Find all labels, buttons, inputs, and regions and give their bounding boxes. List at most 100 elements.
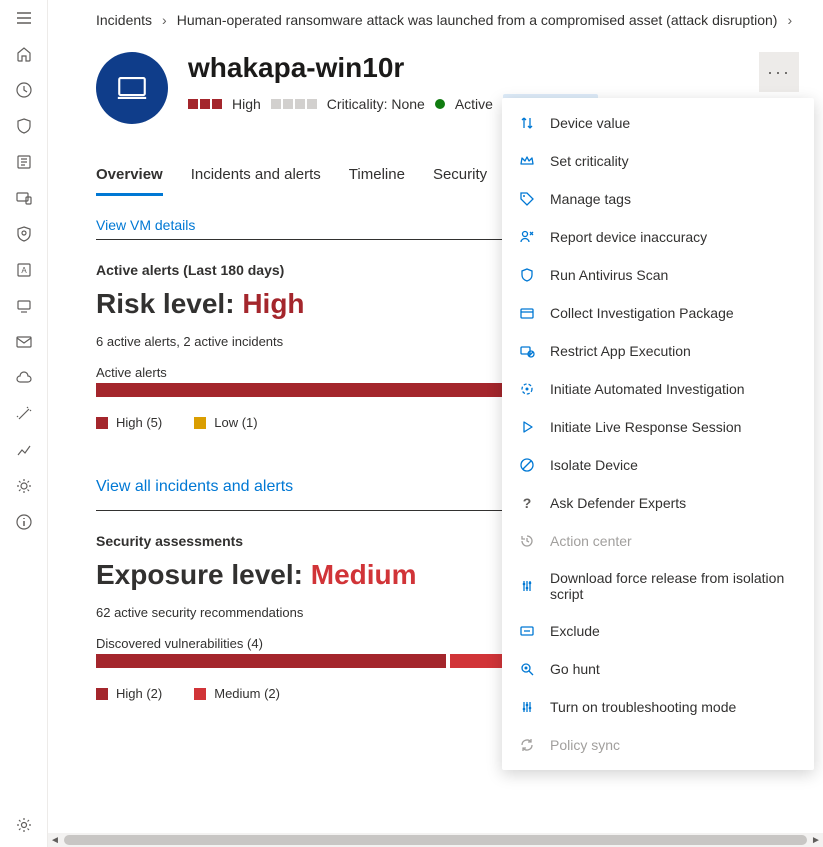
menu-item-ask-defender-experts[interactable]: ? Ask Defender Experts <box>502 484 814 522</box>
menu-item-action-center: Action center <box>502 522 814 560</box>
scroll-right-button[interactable]: ► <box>809 833 823 847</box>
menu-item-isolate-device[interactable]: Isolate Device <box>502 446 814 484</box>
devices-icon[interactable] <box>14 188 34 208</box>
menu-item-download-force-release-from-isolation-script[interactable]: Download force release from isolation sc… <box>502 560 814 612</box>
menu-item-label: Policy sync <box>550 737 620 753</box>
left-nav-rail: A <box>0 0 48 847</box>
menu-item-label: Set criticality <box>550 153 629 169</box>
actions-dropdown: Device value Set criticality Manage tags Re… <box>502 98 814 770</box>
menu-item-turn-on-troubleshooting-mode[interactable]: Turn on troubleshooting mode <box>502 688 814 726</box>
menu-item-label: Device value <box>550 115 630 131</box>
mail-icon[interactable] <box>14 332 34 352</box>
menu-item-label: Collect Investigation Package <box>550 305 734 321</box>
criticality-label: Criticality: None <box>327 96 425 112</box>
horizontal-scrollbar[interactable]: ◄ ► <box>48 833 823 847</box>
legend-high: High (5) <box>96 415 162 430</box>
menu-item-collect-investigation-package[interactable]: Collect Investigation Package <box>502 294 814 332</box>
shield-icon <box>518 266 536 284</box>
legend-vuln-med: Medium (2) <box>194 686 280 701</box>
menu-item-run-antivirus-scan[interactable]: Run Antivirus Scan <box>502 256 814 294</box>
tab-timeline[interactable]: Timeline <box>349 160 405 196</box>
inventory-icon[interactable] <box>14 152 34 172</box>
auto-icon <box>518 380 536 398</box>
hunt-icon <box>518 660 536 678</box>
menu-item-device-value[interactable]: Device value <box>502 104 814 142</box>
sync-icon <box>518 736 536 754</box>
shield-icon[interactable] <box>14 116 34 136</box>
menu-item-label: Restrict App Execution <box>550 343 691 359</box>
menu-item-report-device-inaccuracy[interactable]: Report device inaccuracy <box>502 218 814 256</box>
breadcrumb-current[interactable]: Human-operated ransomware attack was lau… <box>177 12 778 28</box>
breadcrumb: Incidents › Human-operated ransomware at… <box>96 0 799 34</box>
menu-item-manage-tags[interactable]: Manage tags <box>502 180 814 218</box>
tag-icon <box>518 190 536 208</box>
svg-text:A: A <box>21 266 27 275</box>
menu-item-label: Action center <box>550 533 632 549</box>
view-all-incidents-link[interactable]: View all incidents and alerts <box>96 478 293 496</box>
analytics-icon[interactable] <box>14 440 34 460</box>
menu-item-initiate-live-response-session[interactable]: Initiate Live Response Session <box>502 408 814 446</box>
scroll-thumb[interactable] <box>64 835 807 845</box>
play-icon <box>518 418 536 436</box>
wand-icon[interactable] <box>14 404 34 424</box>
isolate-icon <box>518 456 536 474</box>
scroll-track[interactable] <box>62 833 809 847</box>
menu-item-label: Download force release from isolation sc… <box>550 570 798 602</box>
sort-icon <box>518 114 536 132</box>
severity-label: High <box>232 96 261 112</box>
clock-icon[interactable] <box>14 80 34 100</box>
reports-icon[interactable]: A <box>14 260 34 280</box>
menu-item-label: Run Antivirus Scan <box>550 267 668 283</box>
tab-incidents[interactable]: Incidents and alerts <box>191 160 321 196</box>
trouble-icon <box>518 698 536 716</box>
menu-item-initiate-automated-investigation[interactable]: Initiate Automated Investigation <box>502 370 814 408</box>
scroll-left-button[interactable]: ◄ <box>48 833 62 847</box>
home-icon[interactable] <box>14 44 34 64</box>
legend-vuln-high: High (2) <box>96 686 162 701</box>
crown-icon <box>518 152 536 170</box>
status-dot-icon <box>435 99 445 109</box>
vuln-bar-high <box>96 654 446 668</box>
menu-item-label: Initiate Live Response Session <box>550 419 741 435</box>
tab-security[interactable]: Security <box>433 160 487 196</box>
secure-score-icon[interactable] <box>14 224 34 244</box>
menu-item-label: Exclude <box>550 623 600 639</box>
menu-item-restrict-app-execution[interactable]: Restrict App Execution <box>502 332 814 370</box>
exclude-icon <box>518 622 536 640</box>
config-icon[interactable] <box>14 476 34 496</box>
question-icon: ? <box>518 494 536 512</box>
menu-item-label: Turn on troubleshooting mode <box>550 699 736 715</box>
history-icon <box>518 532 536 550</box>
settings-icon <box>518 577 536 595</box>
settings-icon[interactable] <box>14 815 34 835</box>
menu-item-set-criticality[interactable]: Set criticality <box>502 142 814 180</box>
menu-item-go-hunt[interactable]: Go hunt <box>502 650 814 688</box>
report-icon <box>518 228 536 246</box>
hamburger-icon[interactable] <box>14 8 34 28</box>
device-avatar <box>96 52 168 124</box>
menu-item-label: Report device inaccuracy <box>550 229 707 245</box>
breadcrumb-root[interactable]: Incidents <box>96 12 152 28</box>
criticality-indicator <box>271 99 317 109</box>
restrict-icon <box>518 342 536 360</box>
view-vm-link[interactable]: View VM details <box>96 217 195 233</box>
menu-item-label: Isolate Device <box>550 457 638 473</box>
cloud-icon[interactable] <box>14 368 34 388</box>
menu-item-label: Go hunt <box>550 661 600 677</box>
menu-item-label: Initiate Automated Investigation <box>550 381 745 397</box>
chevron-right-icon: › <box>162 12 167 28</box>
menu-item-label: Manage tags <box>550 191 631 207</box>
device-name: whakapa-win10r <box>188 52 739 84</box>
menu-item-exclude[interactable]: Exclude <box>502 612 814 650</box>
menu-item-policy-sync: Policy sync <box>502 726 814 764</box>
package-icon <box>518 304 536 322</box>
severity-indicator <box>188 99 222 109</box>
menu-item-label: Ask Defender Experts <box>550 495 686 511</box>
tab-overview[interactable]: Overview <box>96 160 163 196</box>
status-label: Active <box>455 96 493 112</box>
endpoints-icon[interactable] <box>14 296 34 316</box>
more-actions-button[interactable]: ··· <box>759 52 799 92</box>
legend-low: Low (1) <box>194 415 257 430</box>
info-icon[interactable] <box>14 512 34 532</box>
chevron-right-icon: › <box>787 12 792 28</box>
